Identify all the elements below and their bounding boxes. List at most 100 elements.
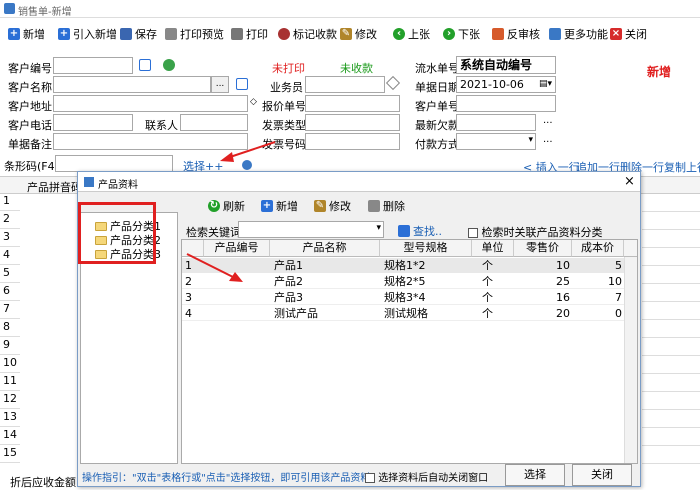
search-icon	[398, 225, 410, 237]
refresh-icon[interactable]	[163, 59, 175, 71]
table-header: 单位	[472, 240, 514, 257]
grid-row-number[interactable]: 8	[0, 320, 20, 337]
grid-row-number[interactable]: 7	[0, 302, 20, 319]
grid-right-rows	[642, 194, 700, 470]
grid-row-number[interactable]: 14	[0, 428, 20, 445]
bill-date-picker[interactable]: 2021-10-06 ▤▾	[456, 76, 556, 93]
grid-row-number[interactable]: 12	[0, 392, 20, 409]
calendar-icon[interactable]: ▤▾	[539, 77, 552, 92]
product-dialog: 产品资料 × ↻ 刷新 + 新增 ✎ 修改 删除 产品分类1 产品分类2 产品分类3 …	[77, 171, 641, 487]
customer-code-input[interactable]	[53, 57, 133, 74]
customer-order-input[interactable]	[456, 95, 556, 112]
print-preview-icon	[165, 28, 177, 40]
discounted-amount-label: 折后应收金额	[10, 476, 76, 489]
customer-phone-input[interactable]	[53, 114, 133, 131]
bill-note-label: 单据备注	[8, 138, 52, 151]
search-option[interactable]: 检索时关联产品资料分类	[468, 224, 603, 240]
dialog-close-icon[interactable]: ×	[624, 174, 635, 189]
grid-row-number[interactable]: 11	[0, 374, 20, 391]
new-button[interactable]: + 新增	[8, 26, 45, 42]
plus-icon: +	[58, 28, 70, 40]
save-button[interactable]: 保存	[120, 26, 157, 42]
select-button[interactable]: 选择	[505, 464, 565, 486]
more-icon[interactable]: ...	[543, 115, 553, 126]
customer-address-input[interactable]	[53, 95, 248, 112]
grid-row-number[interactable]: 1	[0, 194, 20, 211]
more-functions-button[interactable]: 更多功能	[549, 26, 608, 42]
print-button[interactable]: 打印	[231, 26, 268, 42]
print-preview-button[interactable]: 打印预览	[165, 26, 224, 42]
search-option-checkbox[interactable]	[468, 228, 478, 238]
table-row[interactable]: 4 测试产品 测试规格 个 20 0	[182, 306, 637, 321]
import-new-button[interactable]: + 引入新增	[58, 26, 117, 42]
edit-icon: ✎	[340, 28, 352, 40]
edit-button[interactable]: ✎ 修改	[340, 26, 377, 42]
red-arrow-annotation	[220, 141, 276, 162]
plus-icon: +	[261, 200, 273, 212]
customer-phone-label: 客户电话	[8, 119, 52, 132]
search-keyword-label: 检索关键词	[186, 226, 241, 239]
salesperson-label: 业务员	[270, 81, 303, 94]
save-icon	[120, 28, 132, 40]
auto-close-checkbox[interactable]	[365, 473, 375, 483]
customer-address-label: 客户地址	[8, 100, 52, 113]
barcode-label: 条形码(F4)	[4, 160, 59, 173]
search-icon[interactable]	[236, 78, 248, 90]
auto-close-option[interactable]: 选择资料后自动关闭窗口	[365, 469, 488, 484]
search-icon[interactable]	[139, 59, 151, 71]
grid-row-number[interactable]: 3	[0, 230, 20, 247]
contact-label: 联系人	[145, 119, 178, 132]
table-header: 零售价	[514, 240, 572, 257]
latest-debt-input	[456, 114, 536, 131]
dialog-edit-button[interactable]: ✎ 修改	[314, 198, 351, 214]
table-header: 成本价	[572, 240, 624, 257]
copy-row-link[interactable]: 复制上行	[664, 159, 700, 175]
customer-name-label: 客户名称	[8, 81, 52, 94]
grid-row-number[interactable]: 13	[0, 410, 20, 427]
search-keyword-input[interactable]: ▾	[238, 221, 384, 238]
customer-browse-button[interactable]: ...	[211, 76, 229, 93]
quote-no-input[interactable]	[305, 95, 400, 112]
salesperson-select[interactable]	[305, 76, 385, 93]
mark-collected-button[interactable]: 标记收款	[278, 26, 337, 42]
grid-row-number[interactable]: 9	[0, 338, 20, 355]
invoice-type-select[interactable]	[305, 114, 400, 131]
table-scrollbar[interactable]	[624, 257, 637, 463]
dialog-delete-button[interactable]: 删除	[368, 198, 405, 214]
eraser-icon[interactable]	[385, 75, 401, 91]
next-button[interactable]: › 下张	[443, 26, 480, 42]
dialog-new-button[interactable]: + 新增	[261, 198, 298, 214]
close-button[interactable]: × 关闭	[610, 26, 647, 42]
invoice-type-label: 发票类型	[262, 119, 306, 132]
next-icon: ›	[443, 28, 455, 40]
find-button[interactable]: 查找..	[398, 223, 442, 239]
dialog-title: 产品资料	[98, 180, 138, 191]
customer-name-input[interactable]	[53, 76, 211, 93]
refresh-button[interactable]: ↻ 刷新	[208, 198, 245, 214]
print-status: 未打印	[272, 62, 305, 75]
unaudit-button[interactable]: 反审核	[492, 26, 540, 42]
contact-input[interactable]	[180, 114, 248, 131]
customer-code-label: 客户编号	[8, 62, 52, 75]
table-header: 产品名称	[270, 240, 380, 257]
grid-row-number[interactable]: 10	[0, 356, 20, 373]
barcode-input[interactable]	[55, 155, 173, 172]
grid-row-number[interactable]: 5	[0, 266, 20, 283]
app-icon	[4, 3, 15, 14]
scrollbar-top[interactable]	[624, 240, 637, 257]
window-title: 销售单-新增	[18, 7, 72, 18]
prev-button[interactable]: ‹ 上张	[393, 26, 430, 42]
payment-method-label: 付款方式	[415, 138, 459, 151]
grid-row-number[interactable]: 6	[0, 284, 20, 301]
diamond-icon: ◇	[250, 97, 257, 107]
table-row[interactable]: 3 产品3 规格3*4 个 16 7	[182, 290, 637, 305]
grid-row-number[interactable]: 2	[0, 212, 20, 229]
red-arrow-annotation	[186, 253, 243, 282]
payment-method-select[interactable]: ▾	[456, 133, 536, 150]
grid-row-number[interactable]: 4	[0, 248, 20, 265]
dialog-close-button[interactable]: 关闭	[572, 464, 632, 486]
more-icon[interactable]: ...	[543, 134, 553, 145]
invoice-no-input[interactable]	[305, 133, 400, 150]
grid-row-number[interactable]: 15	[0, 446, 20, 463]
main-toolbar: + 新增 + 引入新增 保存 打印预览 打印 标记收款 ✎ 修改 ‹ 上张 › 下张 反审…	[0, 22, 700, 44]
